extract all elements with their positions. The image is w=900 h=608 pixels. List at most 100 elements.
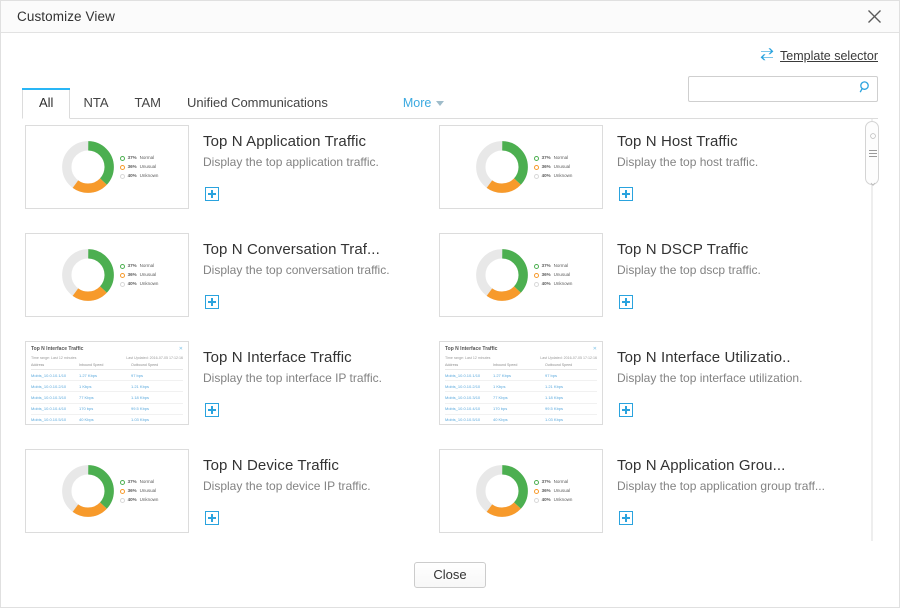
legend-swatch-unknown <box>533 497 539 503</box>
legend-label: Unknown <box>553 173 573 178</box>
widget-description: Display the top interface IP traffic. <box>203 371 382 385</box>
legend-item: 37% Normal <box>119 155 159 161</box>
widget-card-body: Top N Device Traffic Display the top dev… <box>203 449 421 541</box>
close-button[interactable]: Close <box>414 561 486 588</box>
thumb-table-subheader: Time range: Last 12 minutes Last Updated… <box>31 356 183 360</box>
widget-card[interactable]: 37% Normal 36% Unusual 40% Unknown Top N… <box>25 449 439 541</box>
table-row: 97 bps <box>131 370 183 382</box>
widget-card-body: Top N DSCP Traffic Display the top dscp … <box>617 233 835 341</box>
widget-title: Top N Device Traffic <box>203 457 339 474</box>
table-row: 77 Kbps <box>493 392 545 404</box>
table-row: Mobis_10.0.10.3/10 <box>445 392 493 404</box>
legend-pct: 36% <box>541 272 551 277</box>
widget-card[interactable]: 37% Normal 36% Unusual 40% Unknown Top N… <box>25 125 439 233</box>
widget-title: Top N Interface Utilizatio.. <box>617 349 791 366</box>
legend-swatch-normal <box>533 155 539 161</box>
tab-label: All <box>39 95 54 110</box>
legend-item: 37% Normal <box>119 263 159 269</box>
add-widget-button[interactable] <box>619 403 633 417</box>
table-row: 1.27 Kbps <box>79 370 131 382</box>
widget-card[interactable]: 37% Normal 36% Unusual 40% Unknown Top N… <box>439 125 853 233</box>
legend-swatch-unusual <box>533 272 539 278</box>
legend-item: 40% Unknown <box>119 497 159 503</box>
legend-label: Normal <box>139 155 155 160</box>
widget-card[interactable]: Top N Interface Traffic ✕ Time range: La… <box>25 341 439 449</box>
add-widget-button[interactable] <box>205 511 219 525</box>
legend-pct: 37% <box>127 263 137 268</box>
widget-description: Display the top interface utilization. <box>617 371 803 385</box>
widget-card[interactable]: 37% Normal 36% Unusual 40% Unknown Top N… <box>25 233 439 341</box>
thumb-table-header: Top N Interface Traffic ✕ <box>445 346 597 352</box>
add-widget-button[interactable] <box>619 295 633 309</box>
add-widget-button[interactable] <box>205 187 219 201</box>
legend-label: Unusual <box>553 164 571 169</box>
thumb-table-header: Top N Interface Traffic ✕ <box>31 346 183 352</box>
column-header: Inbound Speed <box>79 362 131 370</box>
template-selector-link[interactable]: Template selector <box>688 46 878 66</box>
close-icon: ✕ <box>178 346 183 352</box>
table-row: 77 Kbps <box>79 392 131 404</box>
legend-label: Normal <box>553 479 569 484</box>
table-row: 40 Kbps <box>79 415 131 424</box>
scrollbar-thumb-bottom-cap <box>870 174 876 187</box>
legend-swatch-normal <box>533 479 539 485</box>
legend-label: Unknown <box>553 281 573 286</box>
table-row: 1.21 Kbps <box>131 381 183 393</box>
add-widget-button[interactable] <box>205 403 219 417</box>
gallery-scrollbar[interactable] <box>865 119 879 541</box>
legend-label: Unknown <box>139 173 159 178</box>
scrollbar-thumb-top-cap <box>870 126 876 139</box>
widget-title: Top N Application Traffic <box>203 133 367 150</box>
table-row: 1 Kbps <box>493 381 545 393</box>
legend-swatch-unknown <box>533 281 539 287</box>
legend-swatch-unusual <box>533 164 539 170</box>
legend-label: Normal <box>553 263 569 268</box>
legend-pct: 40% <box>127 497 137 502</box>
add-widget-button[interactable] <box>619 511 633 525</box>
donut-legend: 37% Normal 36% Unusual 40% Unknown <box>119 155 159 179</box>
widget-card[interactable]: 37% Normal 36% Unusual 40% Unknown Top N… <box>439 233 853 341</box>
legend-label: Normal <box>553 155 569 160</box>
donut-legend: 37% Normal 36% Unusual 40% Unknown <box>119 479 159 503</box>
widget-description: Display the top conversation traffic. <box>203 263 390 277</box>
tab-all[interactable]: All <box>22 88 71 119</box>
template-selector-label: Template selector <box>780 49 878 63</box>
thumb-table-grid: Address Inbound Speed Outbound Speed Mob… <box>445 362 597 424</box>
legend-pct: 40% <box>541 173 551 178</box>
tab-nta[interactable]: NTA <box>70 88 121 118</box>
thumb-table-grid: Address Inbound Speed Outbound Speed Mob… <box>31 362 183 424</box>
legend-label: Unknown <box>139 497 159 502</box>
tab-more-dropdown[interactable]: More <box>403 96 445 118</box>
close-icon[interactable] <box>862 4 886 28</box>
add-widget-button[interactable] <box>619 187 633 201</box>
legend-swatch-normal <box>533 263 539 269</box>
widget-card-body: Top N Interface Traffic Display the top … <box>203 341 421 449</box>
page-title: Customize View <box>17 8 115 24</box>
legend-item: 36% Unusual <box>533 272 573 278</box>
legend-pct: 40% <box>127 281 137 286</box>
legend-pct: 40% <box>127 173 137 178</box>
widget-title: Top N Application Grou... <box>617 457 786 474</box>
table-row: 170 bps <box>79 404 131 415</box>
tab-label: NTA <box>83 95 109 110</box>
tab-tam[interactable]: TAM <box>122 88 174 118</box>
legend-pct: 36% <box>127 272 137 277</box>
widget-title: Top N Host Traffic <box>617 133 738 150</box>
table-row: Mobis_10.0.10.3/10 <box>31 392 79 404</box>
thumb-time-range: Time range: Last 12 minutes <box>445 356 491 360</box>
table-row: 1.21 Kbps <box>545 381 597 393</box>
legend-pct: 36% <box>541 488 551 493</box>
scrollbar-thumb[interactable] <box>865 121 879 187</box>
widget-card[interactable]: Top N Interface Traffic ✕ Time range: La… <box>439 341 853 449</box>
tab-unified-communications[interactable]: Unified Communications <box>174 88 341 118</box>
donut-legend: 37% Normal 36% Unusual 40% Unknown <box>533 479 572 503</box>
table-row: Mobis_10.0.10.2/10 <box>445 381 493 393</box>
table-row: Mobis_10.0.10.2/10 <box>31 381 79 393</box>
table-row: Mobis_10.0.10.1/10 <box>31 370 79 382</box>
add-widget-button[interactable] <box>205 295 219 309</box>
legend-item: 37% Normal <box>119 479 159 485</box>
table-row: 170 bps <box>493 404 545 415</box>
widget-card[interactable]: 37% Normal 36% Unusual 40% Unknown Top N… <box>439 449 853 541</box>
legend-pct: 36% <box>127 164 137 169</box>
widget-card-body: Top N Conversation Traf... Display the t… <box>203 233 421 341</box>
